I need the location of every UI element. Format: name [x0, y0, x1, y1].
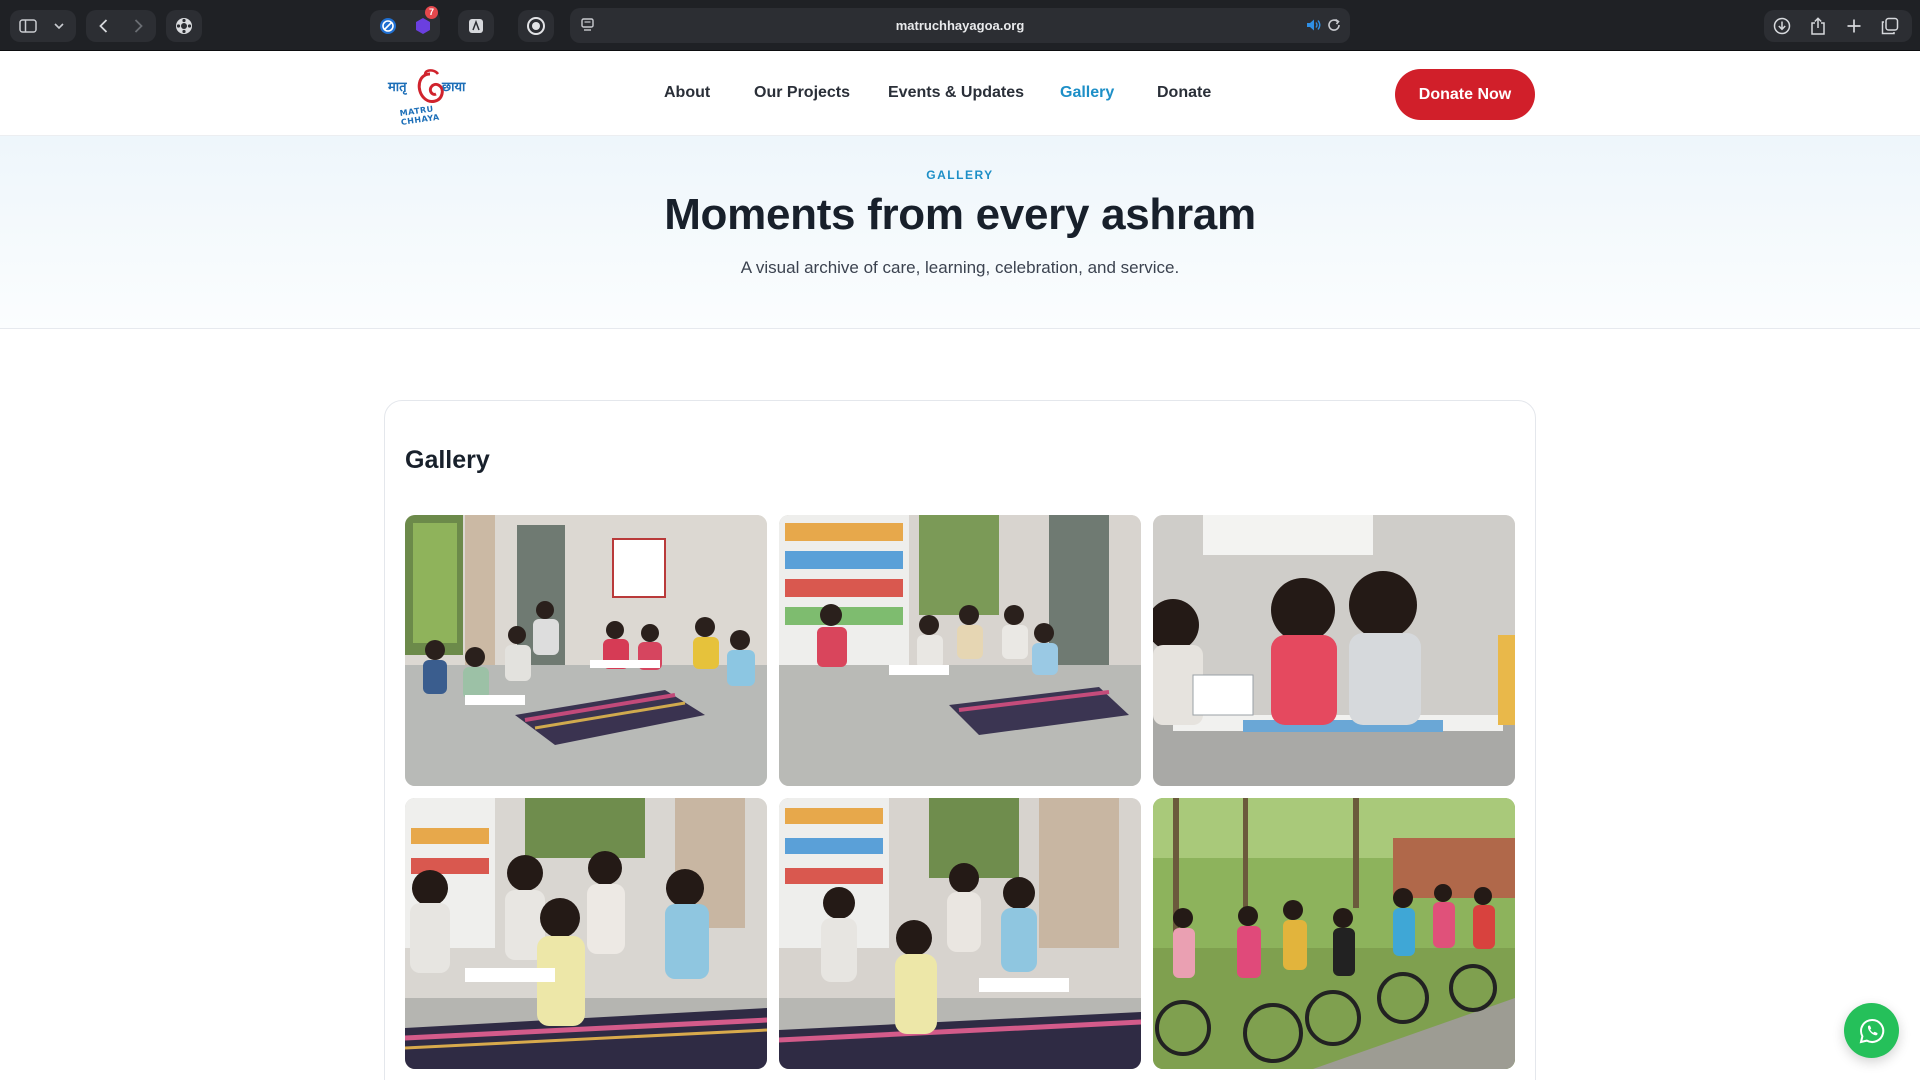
site-header: मातृ छाया MATRU CHHAYA About Our Project… [0, 51, 1920, 136]
gallery-photo[interactable] [1153, 515, 1515, 786]
nav-gallery[interactable]: Gallery [1060, 84, 1114, 102]
history-buttons [86, 10, 156, 42]
back-icon[interactable] [86, 10, 121, 42]
hero-subtitle: A visual archive of care, learning, cele… [740, 258, 1180, 277]
gallery-photo[interactable] [779, 798, 1141, 1069]
photo-bicycles-outdoors [1153, 798, 1515, 1069]
photo-bookshelf-reading [779, 515, 1141, 786]
audio-icon[interactable] [1306, 18, 1322, 37]
donate-now-button[interactable]: Donate Now [1395, 69, 1535, 120]
plus-icon[interactable] [1836, 10, 1872, 42]
nav-our-projects[interactable]: Our Projects [754, 84, 850, 102]
page-hero: GALLERY Moments from every ashram A visu… [0, 136, 1920, 329]
blocker-extension-icon[interactable] [370, 10, 405, 42]
gallery-photo[interactable] [779, 515, 1141, 786]
sidebar-icon[interactable] [10, 10, 46, 42]
nav-donate[interactable]: Donate [1157, 84, 1211, 102]
photo-classroom-study [405, 515, 767, 786]
record-icon[interactable] [518, 10, 554, 42]
nav-events-updates[interactable]: Events & Updates [888, 84, 1024, 102]
extension-icon[interactable] [166, 10, 202, 42]
reader-extension-icon[interactable] [458, 10, 494, 42]
right-toolbar-group [1764, 10, 1912, 42]
logo-text-left: मातृ [388, 80, 407, 95]
share-icon[interactable] [1800, 10, 1836, 42]
gallery-card: Gallery [384, 400, 1536, 1080]
url-text: matruchhayagoa.org [895, 18, 1025, 33]
sidebar-toggle-group[interactable] [10, 10, 76, 42]
browser-toolbar: 7 matruchhayagoa.org [0, 0, 1920, 51]
hero-eyebrow: GALLERY [926, 168, 994, 182]
photo-group-study [779, 798, 1141, 1069]
logo-text-right: छाया [442, 80, 466, 95]
gallery-photo[interactable] [405, 798, 767, 1069]
reload-icon[interactable] [1326, 17, 1342, 38]
gallery-photo[interactable] [1153, 798, 1515, 1069]
download-icon[interactable] [1764, 10, 1800, 42]
extension-badge-count: 7 [425, 6, 438, 19]
photo-study-on-mat [405, 798, 767, 1069]
whatsapp-button[interactable] [1844, 1003, 1899, 1058]
chevron-down-icon[interactable] [46, 10, 72, 42]
extension-badge-icon[interactable]: 7 [405, 6, 440, 42]
whatsapp-icon [1859, 1018, 1884, 1043]
page-title: Moments from every ashram [664, 190, 1256, 239]
site-logo[interactable]: मातृ छाया MATRU CHHAYA [388, 66, 472, 127]
forward-icon[interactable] [121, 10, 156, 42]
nav-about[interactable]: About [664, 84, 710, 102]
address-bar[interactable]: matruchhayagoa.org [570, 8, 1350, 43]
photo-two-girls-writing [1153, 515, 1515, 786]
extensions-group: 7 [370, 6, 440, 42]
gallery-heading: Gallery [405, 446, 490, 474]
tabs-icon[interactable] [1872, 10, 1908, 42]
gallery-photo[interactable] [405, 515, 767, 786]
